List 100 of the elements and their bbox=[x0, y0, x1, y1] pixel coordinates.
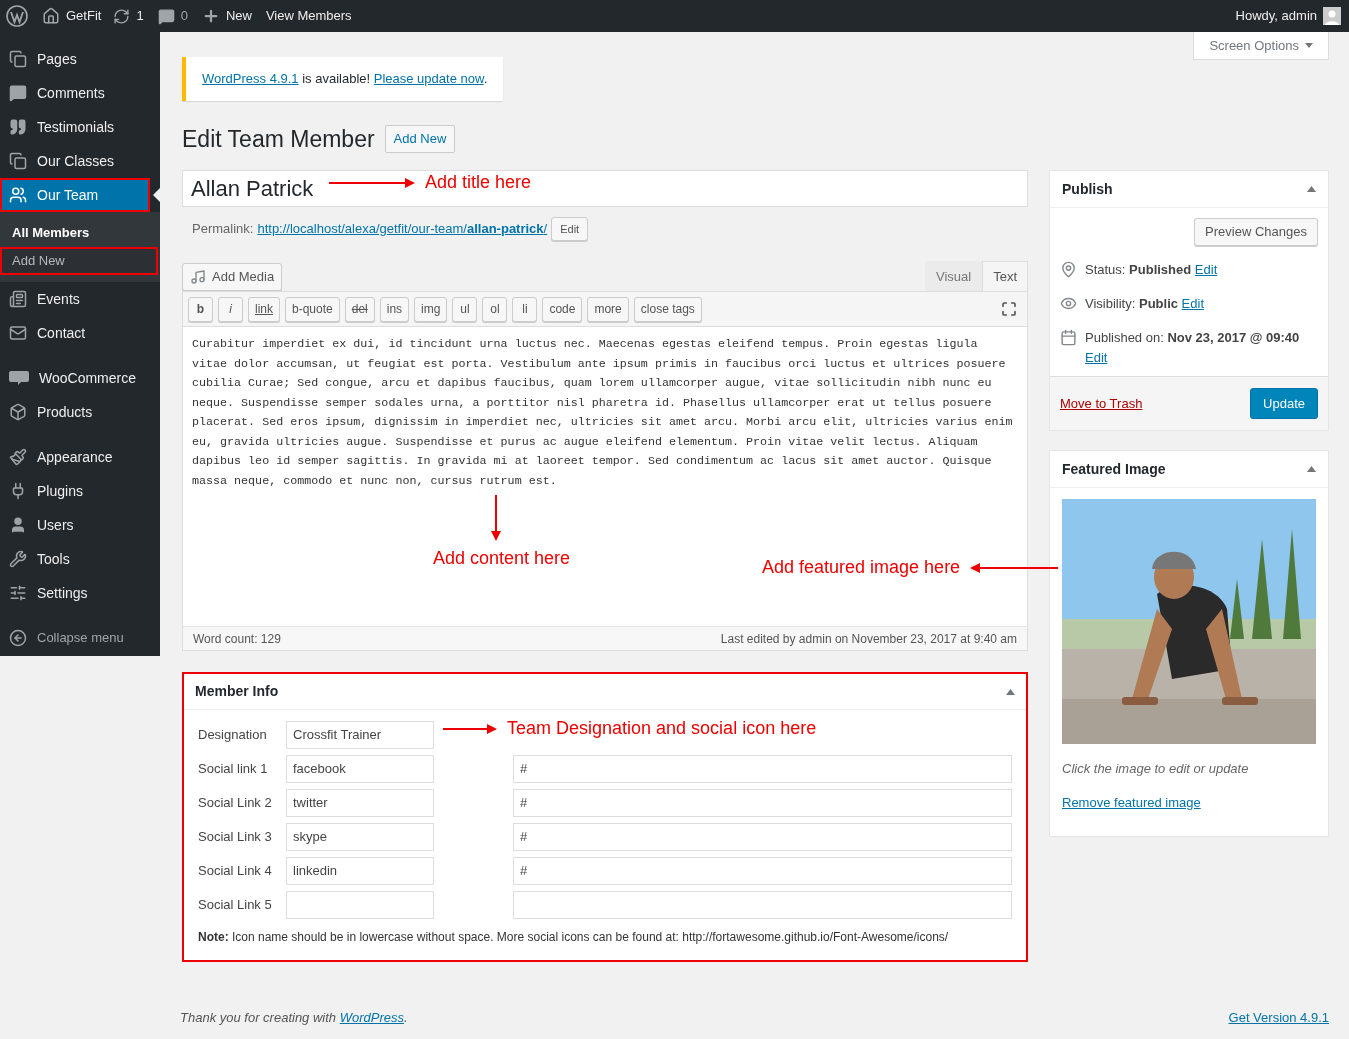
sidebar-item[interactable]: Events bbox=[0, 282, 160, 316]
version-link[interactable]: Get Version 4.9.1 bbox=[1228, 1007, 1329, 1027]
annotation-arrow bbox=[489, 495, 502, 541]
refresh-icon bbox=[113, 7, 131, 25]
permalink-link[interactable]: http://localhost/alexa/getfit/our-team/allan-patrick/ bbox=[257, 219, 548, 239]
field-label: Social link 1 bbox=[198, 760, 269, 779]
sidebar-item[interactable]: Tools bbox=[0, 542, 160, 576]
sidebar-item[interactable]: Comments bbox=[0, 76, 160, 110]
comments-link[interactable]: 0 bbox=[157, 6, 188, 26]
sidebar-item[interactable]: Pages bbox=[0, 42, 160, 76]
format-button[interactable]: close tags bbox=[633, 296, 702, 322]
move-to-trash-link[interactable]: Move to Trash bbox=[1060, 393, 1143, 414]
sidebar-item[interactable]: Users bbox=[0, 508, 160, 542]
icon-name-field[interactable]: twitter bbox=[286, 789, 434, 817]
format-button[interactable]: b bbox=[188, 296, 213, 322]
format-button[interactable]: link bbox=[248, 296, 280, 322]
sidebar-item[interactable]: Our Team bbox=[0, 178, 150, 212]
link-url-field[interactable]: # bbox=[513, 823, 1012, 851]
format-button[interactable]: ul bbox=[452, 296, 478, 322]
format-button[interactable]: ins bbox=[379, 296, 410, 322]
home-icon bbox=[42, 7, 60, 25]
eye-icon bbox=[1060, 295, 1077, 312]
sidebar-item[interactable]: Contact bbox=[0, 316, 160, 350]
icon-name-field[interactable] bbox=[286, 891, 434, 919]
collapse-menu-button[interactable]: Collapse menu bbox=[0, 621, 160, 655]
add-media-button[interactable]: Add Media bbox=[182, 263, 283, 291]
quote-icon bbox=[9, 118, 27, 136]
remove-image-link[interactable]: Remove featured image bbox=[1062, 792, 1316, 812]
format-button[interactable]: ol bbox=[482, 296, 508, 322]
speech-bubble-icon bbox=[9, 371, 29, 385]
media-icon bbox=[190, 269, 206, 285]
update-link[interactable]: Please update now bbox=[373, 71, 484, 86]
sidebar-item[interactable]: Plugins bbox=[0, 474, 160, 508]
view-members-link[interactable]: View Members bbox=[265, 6, 352, 26]
preview-changes-button[interactable]: Preview Changes bbox=[1194, 218, 1318, 246]
sidebar-item[interactable]: Testimonials bbox=[0, 110, 160, 144]
annotation-text: Add content here bbox=[433, 548, 571, 568]
sidebar-item[interactable]: WooCommerce bbox=[0, 361, 160, 395]
icon-name-field[interactable]: facebook bbox=[286, 755, 434, 783]
format-button[interactable]: b-quote bbox=[285, 296, 340, 322]
sidebar-item[interactable]: Our Classes bbox=[0, 144, 160, 178]
edit-link[interactable]: Edit bbox=[1181, 296, 1204, 311]
format-button[interactable]: img bbox=[414, 296, 448, 322]
permalink-label: Permalink: bbox=[192, 220, 254, 239]
add-new-button[interactable]: Add New bbox=[384, 124, 456, 153]
site-link[interactable]: GetFit bbox=[42, 6, 102, 26]
wordpress-logo-icon[interactable] bbox=[6, 5, 28, 27]
pages-icon bbox=[9, 50, 27, 68]
wrench-icon bbox=[9, 550, 27, 568]
sidebar-item[interactable]: Settings bbox=[0, 576, 160, 610]
format-button[interactable]: more bbox=[587, 296, 629, 322]
collapse-icon bbox=[9, 629, 27, 647]
publish-info-text: Visibility: Public Edit bbox=[1085, 295, 1204, 313]
designation-field[interactable]: Crossfit Trainer bbox=[286, 721, 434, 749]
annotation-text: Team Designation and social icon here bbox=[507, 717, 817, 740]
screen-options-button[interactable]: Screen Options bbox=[1193, 32, 1329, 60]
wordpress-link[interactable]: WordPress bbox=[339, 1009, 404, 1025]
field-label: Social Link 2 bbox=[198, 794, 273, 813]
caret-icon bbox=[1305, 43, 1313, 48]
link-url-field[interactable]: # bbox=[513, 857, 1012, 885]
mail-icon bbox=[9, 324, 27, 342]
icon-name-field[interactable]: linkedin bbox=[286, 857, 434, 885]
sidebar-item[interactable]: Appearance bbox=[0, 440, 160, 474]
format-button[interactable]: del bbox=[344, 296, 375, 322]
sidebar-item[interactable]: Products bbox=[0, 395, 160, 429]
editor-tab[interactable]: Visual bbox=[924, 261, 983, 291]
submenu-item[interactable]: All Members bbox=[0, 219, 160, 247]
word-count: Word count: 129 bbox=[193, 630, 281, 648]
version-link[interactable]: WordPress 4.9.1 bbox=[202, 71, 299, 86]
new-link[interactable]: New bbox=[201, 6, 252, 26]
pages-icon bbox=[9, 152, 27, 170]
calendar-icon bbox=[1060, 329, 1077, 346]
link-url-field[interactable]: # bbox=[513, 755, 1012, 783]
box-icon bbox=[9, 403, 27, 421]
greeting-link[interactable]: Howdy, admin bbox=[1235, 6, 1317, 26]
collapse-toggle-icon[interactable] bbox=[1006, 688, 1015, 695]
icon-name-field[interactable]: skype bbox=[286, 823, 434, 851]
format-button[interactable]: li bbox=[512, 296, 538, 322]
update-button[interactable]: Update bbox=[1250, 388, 1318, 419]
pin-icon bbox=[1060, 261, 1077, 278]
format-button[interactable]: code bbox=[542, 296, 583, 322]
updates-link[interactable]: 1 bbox=[113, 6, 144, 26]
field-label: Social Link 4 bbox=[198, 862, 273, 881]
collapse-toggle-icon[interactable] bbox=[1307, 466, 1316, 472]
image-caption: Click the image to edit or update bbox=[1062, 760, 1250, 778]
fullscreen-icon[interactable] bbox=[1001, 301, 1017, 317]
document-icon bbox=[9, 290, 27, 308]
user-icon bbox=[9, 516, 27, 534]
collapse-toggle-icon[interactable] bbox=[1307, 186, 1316, 192]
edit-permalink-button[interactable]: Edit bbox=[551, 217, 589, 241]
panel-title: Featured Image bbox=[1062, 459, 1166, 479]
field-label: Social Link 5 bbox=[198, 896, 273, 915]
publish-info-text: Published on: Nov 23, 2017 @ 09:40 Edit bbox=[1085, 329, 1301, 367]
editor-tab[interactable]: Text bbox=[982, 261, 1028, 291]
edit-link[interactable]: Edit bbox=[1085, 350, 1108, 365]
link-url-field[interactable]: # bbox=[513, 789, 1012, 817]
submenu-item[interactable]: Add New bbox=[0, 247, 158, 275]
format-button[interactable]: i bbox=[218, 296, 243, 322]
edit-link[interactable]: Edit bbox=[1194, 262, 1218, 277]
link-url-field[interactable] bbox=[513, 891, 1012, 919]
